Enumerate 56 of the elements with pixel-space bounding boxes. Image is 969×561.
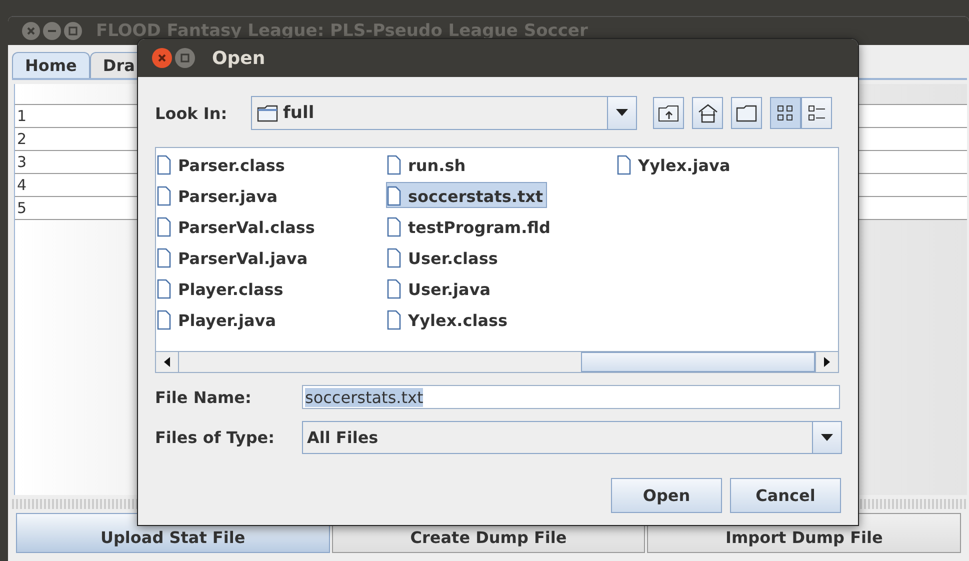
horizontal-scrollbar[interactable]	[156, 351, 838, 372]
view-toggle[interactable]	[801, 97, 832, 129]
file-icon	[617, 155, 631, 175]
close-icon[interactable]	[22, 22, 40, 40]
file-icon	[387, 279, 401, 299]
caret-icon	[616, 109, 628, 117]
caret-icon	[821, 434, 833, 442]
folder-up-icon	[658, 104, 680, 122]
file-item[interactable]: Yylex.java	[616, 151, 734, 177]
table-cell-text: 1	[16, 107, 27, 125]
table-cell-text: 3	[16, 153, 27, 171]
file-icon	[387, 217, 401, 237]
folder-icon	[736, 104, 758, 122]
up-folder-button[interactable]	[653, 97, 684, 129]
file-item[interactable]: Parser.java	[156, 182, 282, 208]
view-toggle[interactable]	[770, 97, 801, 129]
new-folder-button[interactable]	[731, 97, 762, 129]
file-item[interactable]: soccerstats.txt	[386, 182, 548, 208]
maximize-icon[interactable]	[64, 22, 82, 40]
file-item[interactable]: ParserVal.java	[156, 244, 312, 270]
table-cell-text: 5	[16, 199, 27, 217]
table-cell-text: 4	[16, 176, 27, 194]
file-item[interactable]: testProgram.fld	[386, 213, 554, 239]
file-item[interactable]: Parser.class	[156, 151, 289, 177]
file-type-label: Files of Type:	[155, 428, 276, 447]
file-name-label: File Name:	[155, 388, 252, 406]
dialog-button[interactable]: Cancel	[730, 478, 841, 513]
file-icon	[387, 248, 401, 268]
file-icon	[387, 155, 401, 175]
file-item[interactable]: Yylex.class	[386, 306, 512, 332]
dialog-title: Open	[212, 48, 266, 68]
minimize-icon[interactable]	[43, 22, 61, 40]
file-type-dropdown[interactable]: All Files	[302, 421, 842, 454]
file-name-field[interactable]: soccerstats.txt	[302, 385, 840, 409]
file-icon	[387, 310, 401, 330]
table-cell-text: 2	[16, 130, 27, 148]
file-item[interactable]: run.sh	[386, 151, 470, 177]
file-item[interactable]: ParserVal.class	[156, 213, 319, 239]
look-in-label: Look In:	[155, 104, 228, 122]
home-button[interactable]	[692, 97, 723, 129]
house-icon	[696, 103, 718, 123]
list-view-icon	[776, 104, 796, 122]
file-item[interactable]: User.class	[386, 244, 502, 270]
dialog-button[interactable]: Open	[611, 478, 722, 513]
details-view-icon	[806, 104, 826, 122]
file-icon	[387, 186, 401, 206]
maximize-icon[interactable]	[175, 48, 195, 68]
right-arrow-icon	[824, 357, 830, 367]
folder-icon	[257, 104, 279, 122]
file-item[interactable]: User.java	[386, 275, 495, 301]
file-item[interactable]: Player.class	[156, 275, 288, 301]
left-arrow-icon	[164, 357, 170, 367]
close-icon[interactable]	[152, 48, 172, 68]
file-item[interactable]: Player.java	[156, 306, 280, 332]
look-in-dropdown[interactable]: full	[251, 96, 637, 130]
tab[interactable]: Home	[12, 52, 90, 78]
